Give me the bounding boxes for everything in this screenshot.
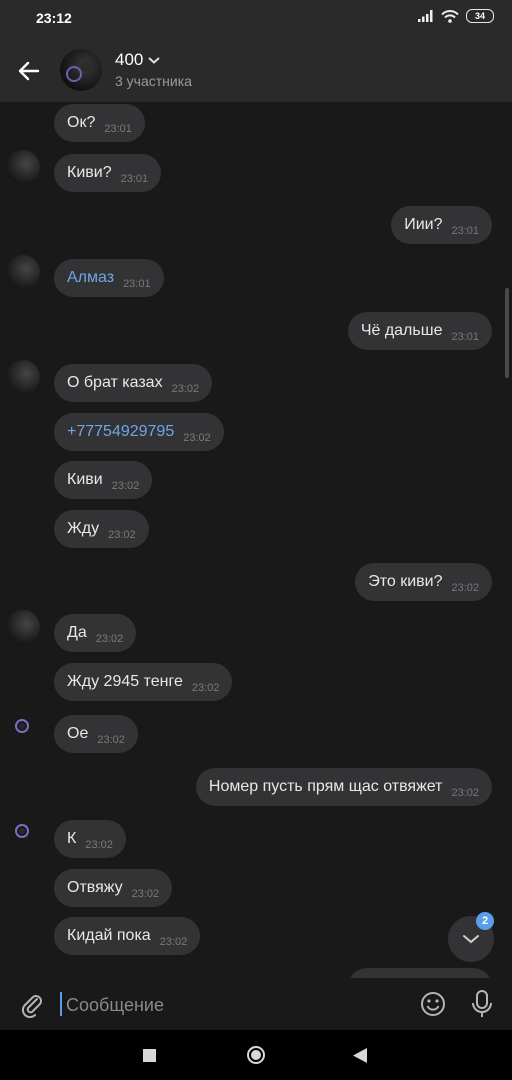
text-cursor [60,992,62,1016]
message-time: 23:02 [95,633,124,645]
message-bubble-incoming[interactable]: Да 23:02 [54,614,137,652]
message-time: 23:01 [104,123,132,135]
attach-button[interactable] [18,990,46,1019]
message-time: 23:02 [159,936,188,948]
message-time: 23:02 [183,432,211,444]
message-bubble-partial[interactable] [348,968,492,978]
message-bubble-incoming[interactable]: Ое 23:02 [54,715,138,753]
message-text: Номер пусть прям щас отвяжет [208,778,443,795]
message-time: 23:02 [108,529,136,541]
message-time: 23:02 [191,682,220,694]
message-bubble-incoming[interactable]: Отвяжу 23:02 [54,869,173,907]
phone-link[interactable]: +77754929795 [67,423,174,441]
message-time: 23:02 [131,888,160,900]
chat-title[interactable]: 400 [115,50,161,70]
microphone-icon [472,990,492,1017]
message-bubble-outgoing[interactable]: Чё дальше 23:01 [347,312,492,350]
sender-avatar[interactable] [6,610,40,644]
message-text: Это киви? [368,573,443,590]
message-time: 23:01 [120,173,149,185]
voice-message-button[interactable] [469,989,495,1019]
message-bubble-incoming[interactable]: Жду 23:02 [54,510,149,548]
message-text: Киви? [67,164,112,181]
message-bubble-outgoing[interactable]: Это киви? 23:02 [355,563,492,601]
participant-count: 3 участника [115,73,192,89]
message-text: Ок? [67,114,96,131]
chevron-down-icon [148,57,161,64]
status-time: 23:12 [36,10,72,26]
back-button[interactable] [14,56,44,86]
message-text: Кидай пока [67,927,151,944]
message-bubble-outgoing[interactable]: Иии? 23:01 [391,206,492,244]
chevron-down-icon [463,935,479,944]
message-time: 23:02 [111,480,140,492]
emoji-icon [421,992,445,1016]
sender-avatar[interactable] [6,150,40,184]
message-bubble-incoming[interactable]: Киви 23:02 [54,461,153,499]
recents-square-icon[interactable] [143,1049,156,1062]
message-time: 23:02 [85,839,113,851]
avatar-figure-icon [66,60,93,82]
sender-avatar[interactable] [6,816,40,850]
back-triangle-icon[interactable] [353,1048,367,1063]
unread-count-badge: 2 [476,912,494,930]
message-bubble-incoming[interactable]: +77754929795 23:02 [54,413,224,451]
system-navigation-bar [0,1030,512,1080]
back-arrow-icon [18,61,40,81]
message-bubble-incoming[interactable]: Киви? 23:01 [54,154,162,192]
chat-avatar[interactable] [60,49,102,91]
status-bar: 23:12 34 [0,0,512,36]
message-time: 23:01 [451,331,479,343]
message-time: 23:02 [451,787,479,799]
message-bubble-outgoing[interactable]: Номер пусть прям щас отвяжет 23:02 [195,768,492,806]
message-time: 23:02 [171,383,200,395]
message-text: Жду [67,520,100,537]
message-text: К [67,830,77,847]
message-text: О брат казах [67,374,163,391]
message-list[interactable]: Ок? 23:01 Киви? 23:01 Иии? 23:01 Алмаз 2… [0,102,512,978]
message-bubble-incoming[interactable]: Жду 2945 тенге 23:02 [54,663,233,701]
ring-avatar-icon [15,719,29,733]
battery-indicator: 34 [466,9,494,23]
message-time: 23:01 [123,278,151,290]
message-time: 23:01 [451,225,479,237]
message-input[interactable] [64,990,398,1020]
paperclip-icon [21,995,42,1019]
message-bubble-incoming[interactable]: О брат казах 23:02 [54,364,213,402]
message-bubble-incoming[interactable]: К 23:02 [54,820,126,858]
message-bubble-incoming[interactable]: Алмаз 23:01 [54,259,164,297]
message-text: Иии? [404,216,443,233]
chat-header: 400 3 участника [0,36,512,102]
message-bubble-incoming[interactable]: Ок? 23:01 [54,104,145,142]
message-text: Отвяжу [67,879,123,896]
message-composer [0,978,512,1030]
message-text: Ое [67,725,89,742]
message-time: 23:02 [451,582,479,594]
sender-avatar[interactable] [6,360,40,394]
sender-avatar[interactable] [6,711,40,745]
scrollbar[interactable] [505,288,509,378]
chat-title-text: 400 [115,50,144,69]
emoji-button[interactable] [419,990,447,1018]
message-time: 23:02 [97,734,125,746]
message-text: Чё дальше [360,322,443,339]
wifi-icon [441,9,459,23]
status-icons: 34 [418,9,494,23]
message-text: Жду 2945 тенге [67,673,183,690]
message-text: Да [67,624,87,641]
ring-avatar-icon [15,824,29,838]
mention-link[interactable]: Алмаз [67,269,114,287]
message-text: Киви [67,471,103,488]
signal-icon [418,10,433,22]
home-circle-icon[interactable] [246,1045,266,1065]
message-bubble-incoming[interactable]: Кидай пока 23:02 [54,917,201,955]
sender-avatar[interactable] [6,255,40,289]
